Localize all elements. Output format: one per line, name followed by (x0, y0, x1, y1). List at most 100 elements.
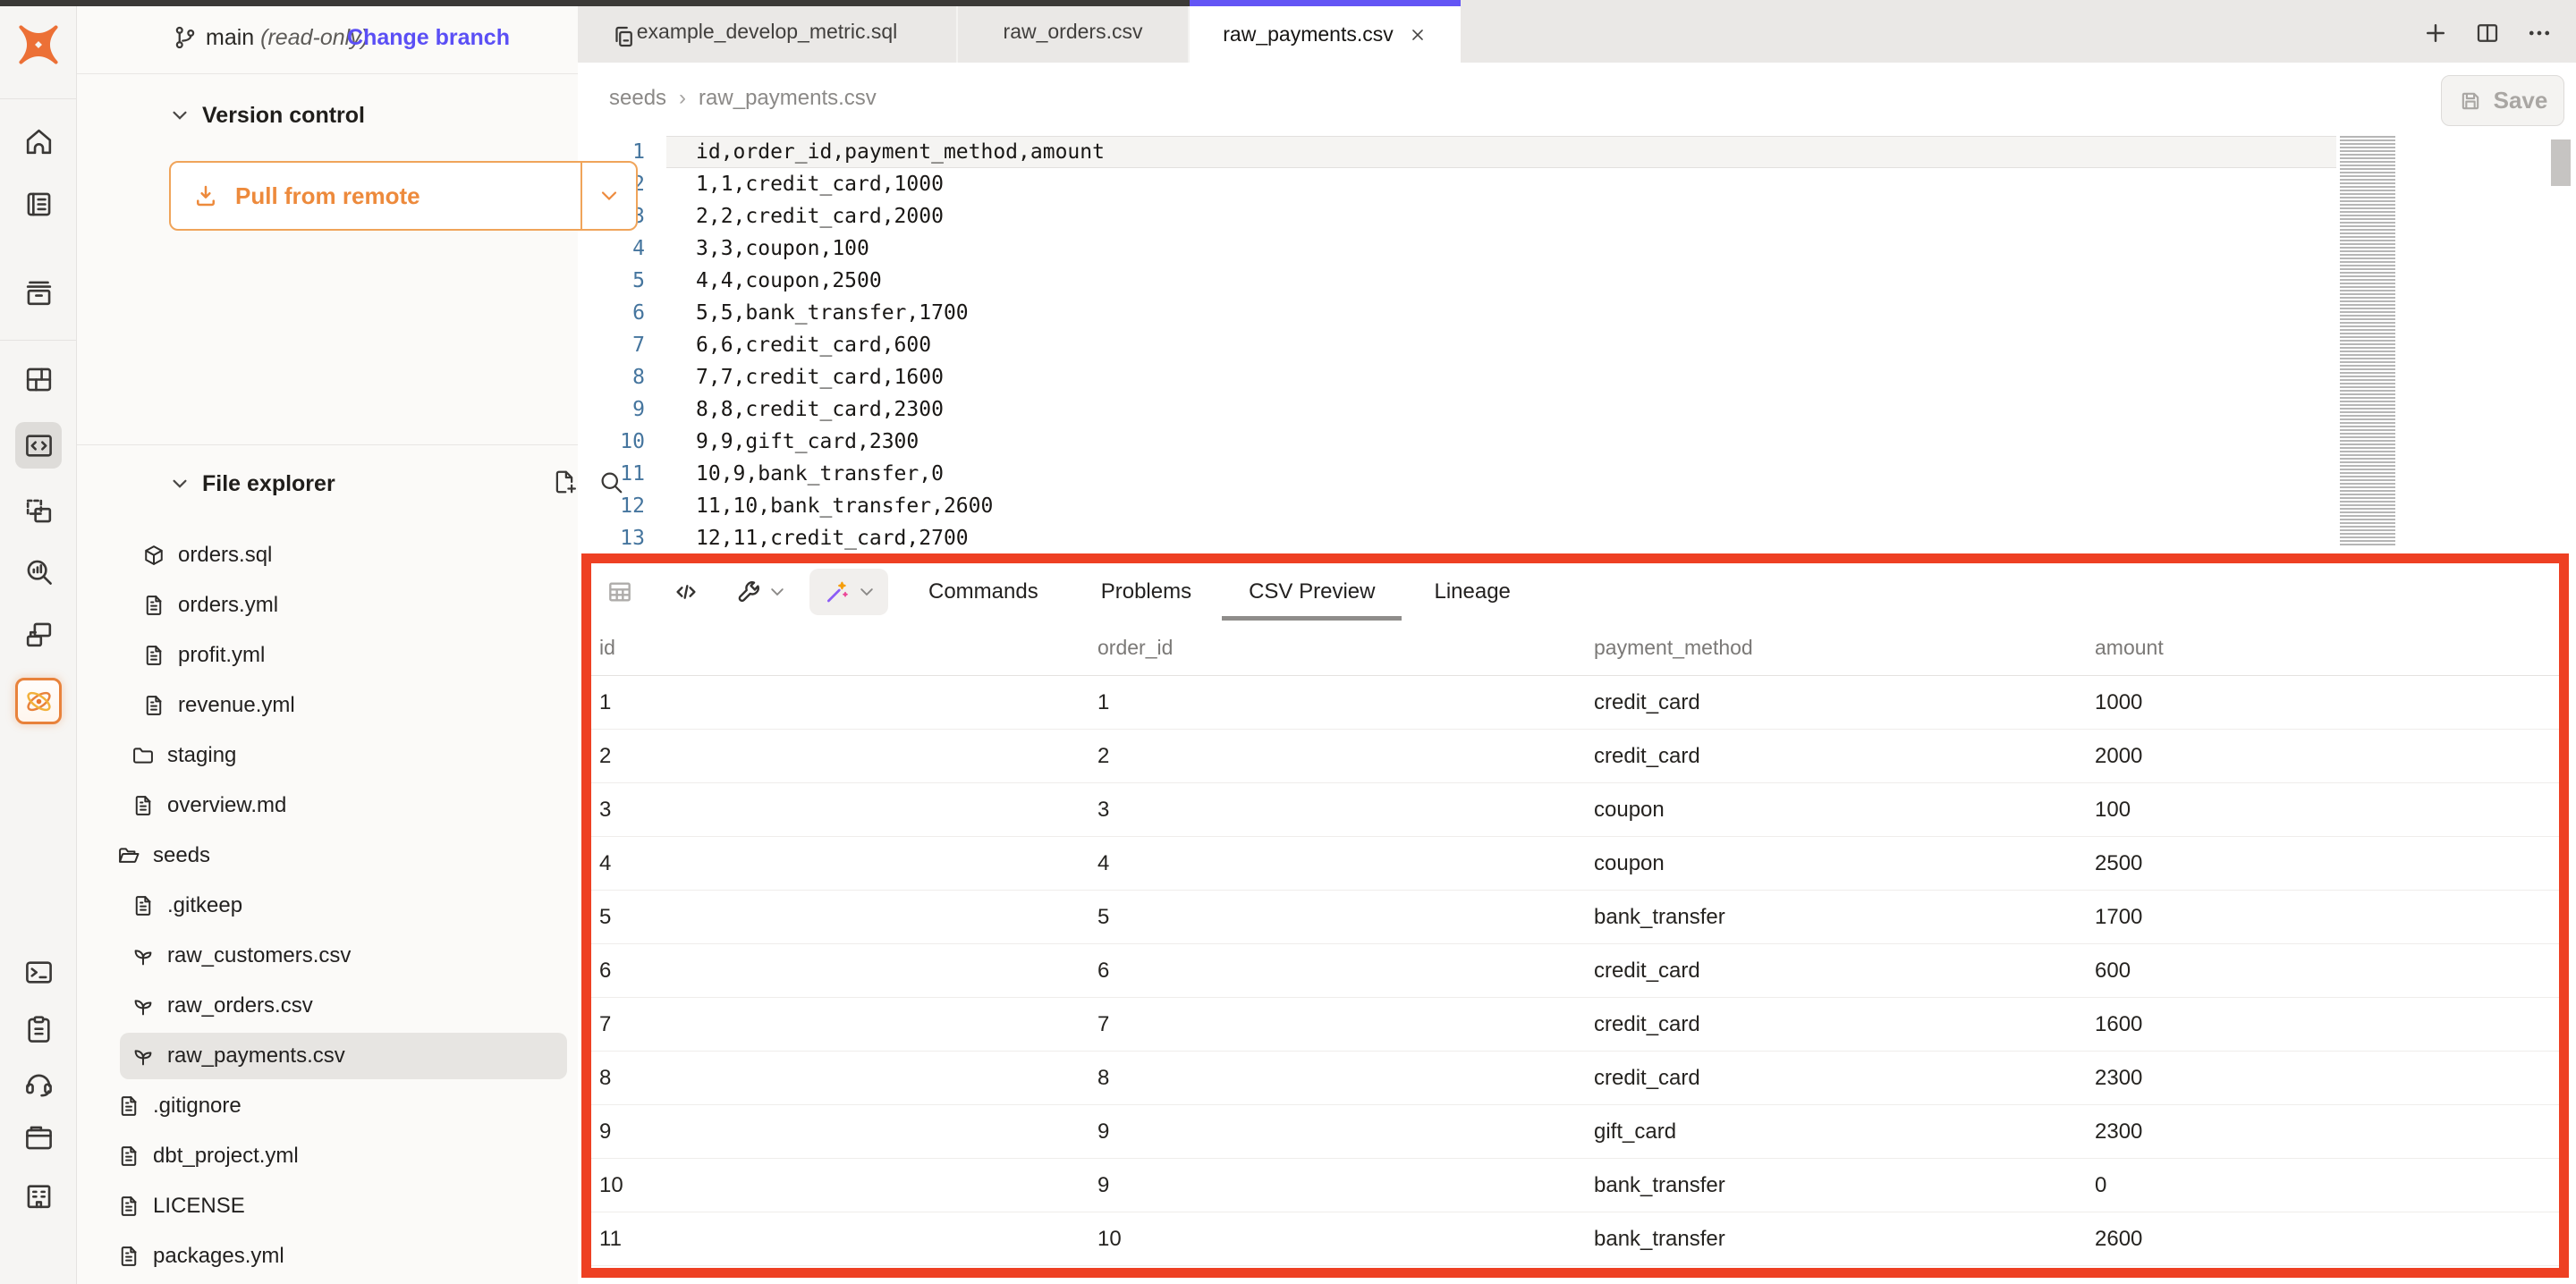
new-file-icon[interactable] (551, 469, 578, 495)
file-tree-item-packages-yml[interactable]: packages.yml (77, 1231, 578, 1281)
editor-tab-raw-payments-csv[interactable]: raw_payments.csv (1190, 0, 1461, 63)
table-row-7[interactable]: 77credit_card1600 (591, 998, 2559, 1052)
table-cell: 6 (1097, 959, 1594, 984)
panel-tab-lineage[interactable]: Lineage (1434, 563, 1510, 621)
rail-notebook-icon[interactable] (15, 181, 62, 227)
minimap[interactable] (2340, 136, 2404, 545)
table-row-1[interactable]: 11credit_card1000 (591, 676, 2559, 730)
file-tree-item--gitkeep[interactable]: .gitkeep (77, 881, 578, 931)
panel-tab-problems[interactable]: Problems (1101, 563, 1191, 621)
code-line-11[interactable]: 1110,9,bank_transfer,0 (578, 458, 2336, 490)
file-tree-item-dbt-project-yml[interactable]: dbt_project.yml (77, 1131, 578, 1181)
code-line-9[interactable]: 98,8,credit_card,2300 (578, 393, 2336, 426)
editor-scrollbar-thumb[interactable] (2551, 139, 2571, 186)
code-editor[interactable]: 1id,order_id,payment_method,amount21,1,c… (578, 136, 2576, 553)
table-cell: 100 (2095, 798, 2559, 823)
rail-terminal-icon[interactable] (15, 949, 62, 995)
code-line-13[interactable]: 1312,11,credit_card,2700 (578, 522, 2336, 553)
table-row-4[interactable]: 44coupon2500 (591, 837, 2559, 891)
line-number: 4 (578, 232, 666, 265)
file-tree-item-raw-orders-csv[interactable]: raw_orders.csv (77, 981, 578, 1031)
rail-code-editor-icon[interactable] (15, 422, 62, 469)
rail-building-icon[interactable] (15, 1172, 62, 1219)
table-row-11[interactable]: 1110bank_transfer2600 (591, 1212, 2559, 1266)
rail-window-dashed-icon[interactable] (15, 487, 62, 534)
file-name: LICENSE (153, 1194, 245, 1219)
code-line-10[interactable]: 109,9,gift_card,2300 (578, 426, 2336, 458)
code-line-5[interactable]: 54,4,coupon,2500 (578, 265, 2336, 297)
search-icon[interactable] (597, 469, 624, 495)
rail-magnifier-chart-icon[interactable] (15, 548, 62, 595)
file-tree-item-orders-sql[interactable]: orders.sql (77, 530, 578, 580)
file-tree-item-seeds[interactable]: seeds (77, 831, 578, 881)
code-line-7[interactable]: 76,6,credit_card,600 (578, 329, 2336, 361)
file-tree-item-raw-customers-csv[interactable]: raw_customers.csv (77, 931, 578, 981)
branch-header: main (read-only) Change branch (77, 0, 578, 74)
rail-windows-overlap-icon[interactable] (15, 611, 62, 657)
pull-from-remote-button[interactable]: Pull from remote (169, 161, 638, 231)
table-row-8[interactable]: 88credit_card2300 (591, 1052, 2559, 1105)
version-control-title: Version control (202, 103, 365, 129)
file-tree-item--gitignore[interactable]: .gitignore (77, 1081, 578, 1131)
panel-tab-commands[interactable]: Commands (928, 563, 1038, 621)
table-row-9[interactable]: 99gift_card2300 (591, 1105, 2559, 1159)
table-row-6[interactable]: 66credit_card600 (591, 944, 2559, 998)
new-tab-plus-icon[interactable] (2422, 20, 2449, 46)
csv-preview-table: idorder_idpayment_methodamount11credit_c… (591, 621, 2559, 1266)
rail-divider (0, 98, 77, 99)
code-line-1[interactable]: 1id,order_id,payment_method,amount (578, 136, 2336, 168)
rail-browser-window-icon[interactable] (15, 1114, 62, 1161)
copy-icon[interactable] (610, 23, 637, 50)
file-tree-item-overview-md[interactable]: overview.md (77, 781, 578, 831)
dbt-logo-icon[interactable] (13, 20, 64, 70)
document-icon (141, 693, 166, 718)
split-editor-icon[interactable] (2474, 20, 2501, 46)
code-line-8[interactable]: 87,7,credit_card,1600 (578, 361, 2336, 393)
table-row-5[interactable]: 55bank_transfer1700 (591, 891, 2559, 944)
file-tree-item-raw-payments-csv[interactable]: raw_payments.csv (77, 1031, 578, 1081)
close-tab-icon[interactable] (1408, 25, 1428, 45)
chevron-down-icon (170, 106, 190, 125)
rail-home-icon[interactable] (15, 118, 62, 165)
table-view-icon[interactable] (602, 574, 638, 610)
file-tree-item-profit-yml[interactable]: profit.yml (77, 630, 578, 680)
rail-layout-grid-icon[interactable] (15, 356, 62, 402)
pull-options-dropdown[interactable] (580, 163, 636, 229)
file-explorer-header[interactable]: File explorer (170, 469, 335, 499)
file-tree-item-orders-yml[interactable]: orders.yml (77, 580, 578, 630)
rail-clipboard-icon[interactable] (15, 1006, 62, 1052)
file-tree-item-revenue-yml[interactable]: revenue.yml (77, 680, 578, 731)
more-options-icon[interactable] (2526, 20, 2553, 46)
code-view-icon[interactable] (668, 574, 704, 610)
version-control-header[interactable]: Version control (170, 100, 365, 131)
code-line-6[interactable]: 65,5,bank_transfer,1700 (578, 297, 2336, 329)
pull-from-remote-main[interactable]: Pull from remote (171, 182, 580, 210)
table-row-10[interactable]: 109bank_transfer0 (591, 1159, 2559, 1212)
rail-atom-icon[interactable] (15, 678, 62, 724)
code-line-2[interactable]: 21,1,credit_card,1000 (578, 168, 2336, 200)
save-button[interactable]: Save (2441, 75, 2564, 126)
rail-headset-icon[interactable] (15, 1059, 62, 1105)
editor-tab-raw-orders-csv[interactable]: raw_orders.csv (958, 0, 1190, 63)
file-name: packages.yml (153, 1244, 284, 1269)
file-tree-item-license[interactable]: LICENSE (77, 1181, 578, 1231)
table-cell: credit_card (1594, 1012, 2095, 1037)
ai-assist-button[interactable] (809, 569, 888, 615)
breadcrumb-item[interactable]: raw_payments.csv (699, 86, 877, 111)
breadcrumb-item[interactable]: seeds (609, 86, 666, 111)
table-cell: 8 (1097, 1066, 1594, 1091)
table-cell: coupon (1594, 851, 2095, 876)
change-branch-link[interactable]: Change branch (347, 25, 510, 51)
rail-archive-box-icon[interactable] (15, 269, 62, 316)
chevron-down-icon[interactable] (768, 583, 786, 601)
table-row-2[interactable]: 22credit_card2000 (591, 730, 2559, 783)
panel-tab-csv-preview[interactable]: CSV Preview (1249, 563, 1375, 621)
code-line-12[interactable]: 1211,10,bank_transfer,2600 (578, 490, 2336, 522)
file-tree-item-staging[interactable]: staging (77, 731, 578, 781)
code-line-3[interactable]: 32,2,credit_card,2000 (578, 200, 2336, 232)
table-cell: 4 (1097, 851, 1594, 876)
build-wrench-icon[interactable] (731, 574, 767, 610)
file-explorer-title: File explorer (202, 471, 335, 497)
code-line-4[interactable]: 43,3,coupon,100 (578, 232, 2336, 265)
table-row-3[interactable]: 33coupon100 (591, 783, 2559, 837)
